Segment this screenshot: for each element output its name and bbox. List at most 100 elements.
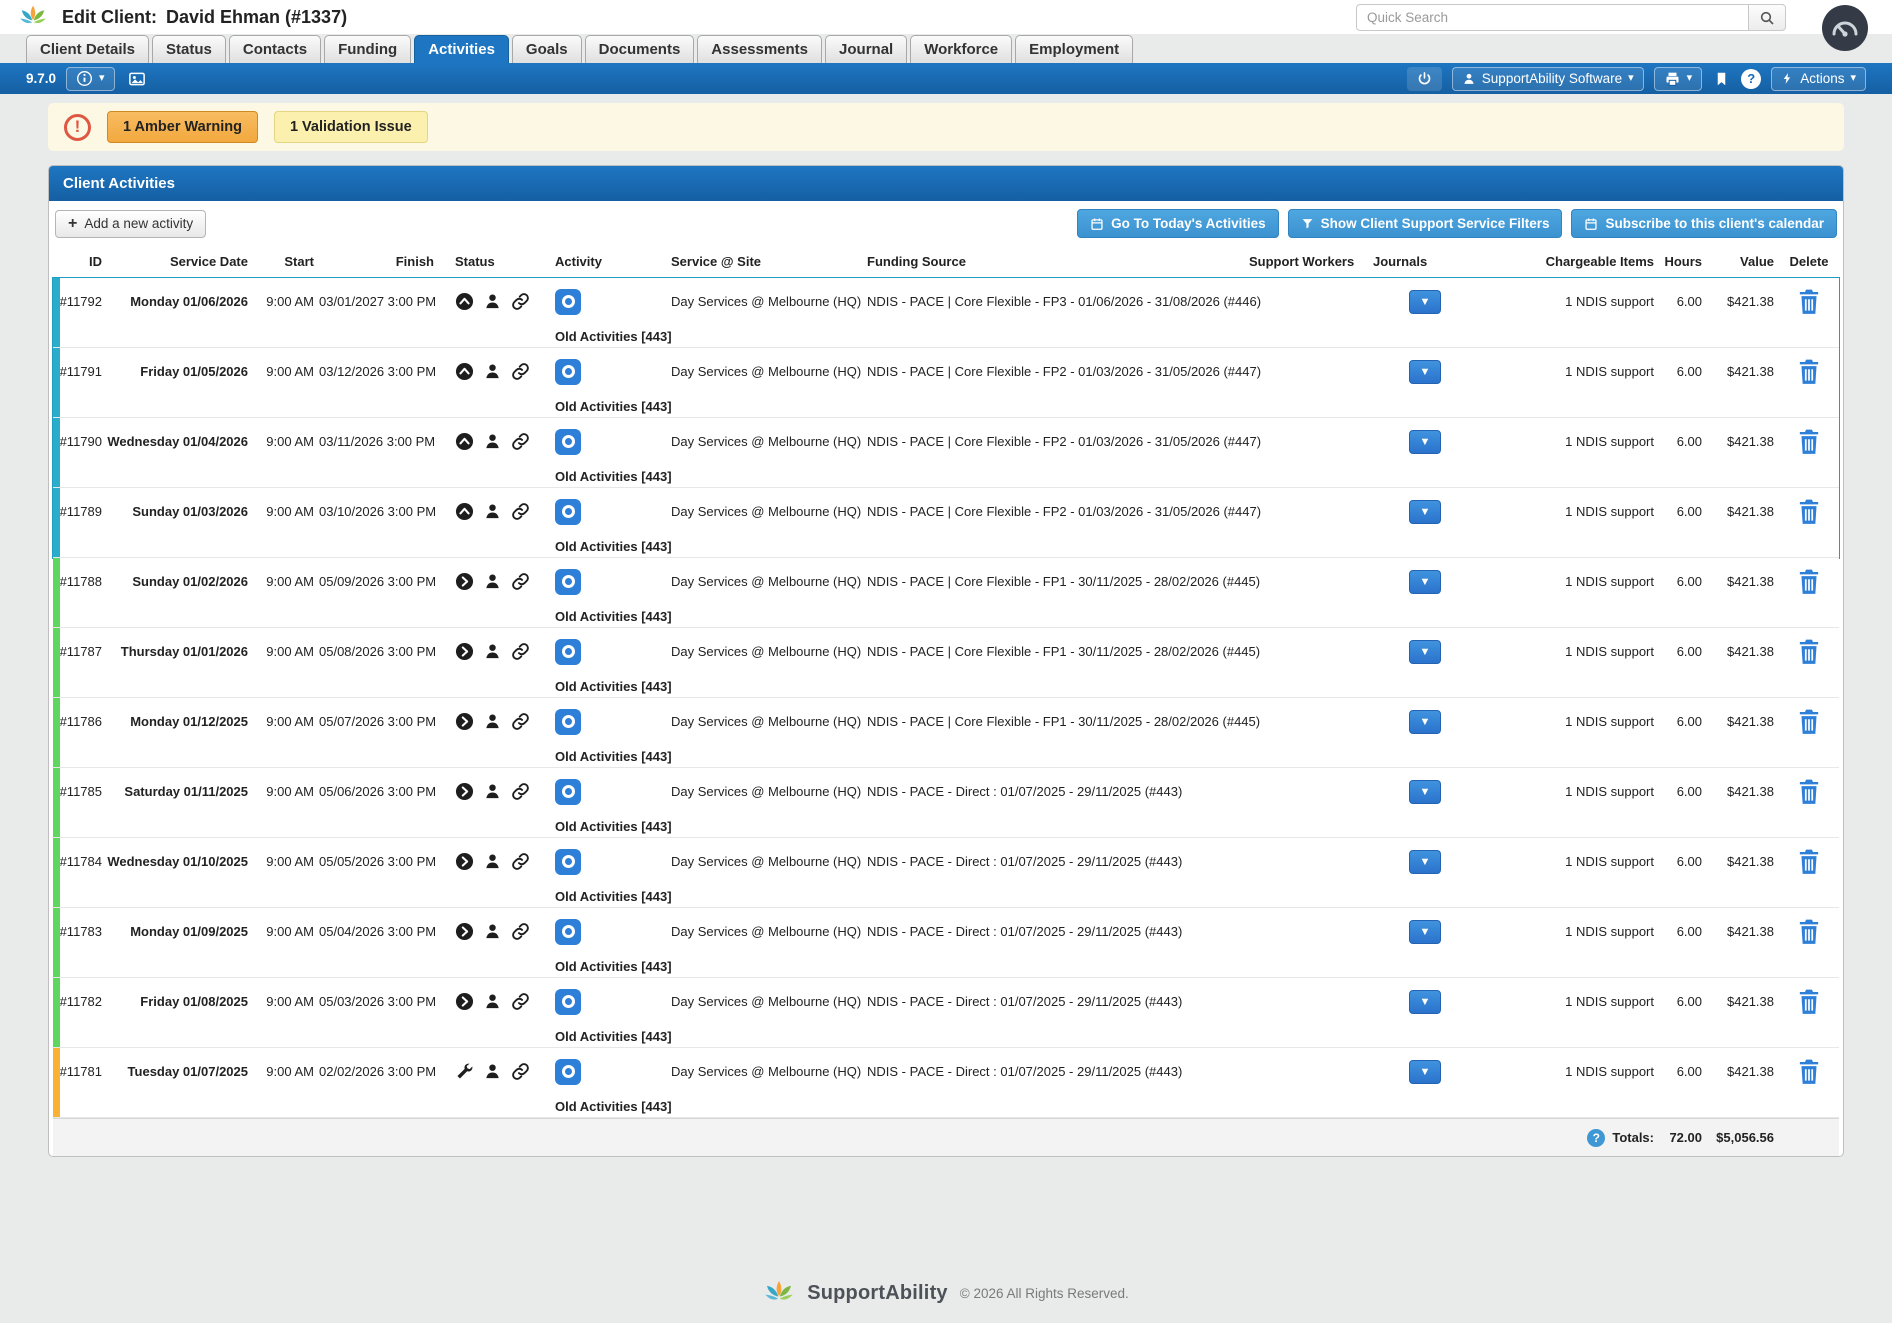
delete-activity-button[interactable] [1796,1058,1822,1086]
activity-row[interactable]: #11786 Monday 01/12/2025 9:00 AM 05/07/2… [53,698,1839,768]
delete-cell [1779,988,1839,1016]
tab-documents[interactable]: Documents [584,35,695,63]
delete-activity-button[interactable] [1796,428,1822,456]
tab-workforce[interactable]: Workforce [910,35,1013,63]
user-menu-button[interactable]: SupportAbility Software ▾ [1451,66,1644,91]
subscribe-calendar-button[interactable]: Subscribe to this client's calendar [1571,209,1837,238]
activity-name-link[interactable]: Old Activities [443] [549,539,1357,554]
quick-search-input[interactable] [1356,4,1748,31]
activity-row[interactable]: #11787 Thursday 01/01/2026 9:00 AM 05/08… [53,628,1839,698]
tab-employment[interactable]: Employment [1015,35,1134,63]
totals-help-icon[interactable]: ? [1587,1128,1606,1147]
delete-activity-button[interactable] [1796,498,1822,526]
tab-journal[interactable]: Journal [825,35,908,63]
tab-activities[interactable]: Activities [414,35,509,63]
activity-type-icon[interactable] [555,638,581,665]
tab-funding[interactable]: Funding [324,35,412,63]
activity-row[interactable]: #11788 Sunday 01/02/2026 9:00 AM 05/09/2… [53,558,1839,628]
service-date: Tuesday 01/07/2025 [127,1064,248,1079]
status-person-icon [483,782,502,801]
tab-client-details[interactable]: Client Details [26,35,150,63]
journal-dropdown-button[interactable]: ▼ [1409,709,1441,734]
delete-activity-button[interactable] [1796,358,1822,386]
delete-activity-button[interactable] [1796,778,1822,806]
activity-type-icon[interactable] [555,988,581,1015]
activity-row[interactable]: #11782 Friday 01/08/2025 9:00 AM 05/03/2… [53,978,1839,1048]
activity-type-icon[interactable] [555,848,581,875]
journal-dropdown-button[interactable]: ▼ [1409,359,1441,384]
activity-id: #11781 [59,1064,102,1079]
logout-power-button[interactable] [1406,66,1442,91]
info-button[interactable]: ▾ [66,66,115,91]
journal-dropdown-button[interactable]: ▼ [1409,779,1441,804]
tab-contacts[interactable]: Contacts [228,35,322,63]
activity-name-link[interactable]: Old Activities [443] [549,749,1357,764]
journal-dropdown-button[interactable]: ▼ [1409,289,1441,314]
funding-source: NDIS - PACE | Core Flexible - FP1 - 30/1… [867,574,1261,589]
gallery-button[interactable] [125,67,149,91]
tab-goals[interactable]: Goals [511,35,582,63]
funding-source: NDIS - PACE | Core Flexible - FP1 - 30/1… [867,714,1261,729]
add-activity-button[interactable]: + Add a new activity [55,209,207,238]
activity-type-icon[interactable] [555,918,581,945]
show-filters-button[interactable]: Show Client Support Service Filters [1287,209,1563,238]
activity-type-cell [549,778,671,805]
activity-row[interactable]: #11792 Monday 01/06/2026 9:00 AM 03/01/2… [53,278,1839,348]
activity-row[interactable]: #11781 Tuesday 01/07/2025 9:00 AM 02/02/… [53,1048,1839,1118]
print-button[interactable]: ▾ [1653,66,1703,91]
activity-name-link[interactable]: Old Activities [443] [549,469,1357,484]
journal-dropdown-button[interactable]: ▼ [1409,499,1441,524]
activity-row[interactable]: #11785 Saturday 01/11/2025 9:00 AM 05/06… [53,768,1839,838]
activity-name-link[interactable]: Old Activities [443] [549,1029,1357,1044]
delete-activity-button[interactable] [1796,918,1822,946]
delete-activity-button[interactable] [1796,638,1822,666]
journal-dropdown-button[interactable]: ▼ [1409,919,1441,944]
activity-type-icon[interactable] [555,428,581,455]
journal-dropdown-button[interactable]: ▼ [1409,569,1441,594]
activity-name-link[interactable]: Old Activities [443] [549,329,1357,344]
amber-warning-button[interactable]: 1 Amber Warning [107,111,258,143]
activity-type-icon[interactable] [555,358,581,385]
activity-type-icon[interactable] [555,1058,581,1085]
activity-row[interactable]: #11791 Friday 01/05/2026 9:00 AM 03/12/2… [53,348,1839,418]
search-button[interactable] [1748,4,1786,31]
activity-name-link[interactable]: Old Activities [443] [549,609,1357,624]
journal-dropdown-button[interactable]: ▼ [1409,1059,1441,1084]
activity-type-icon[interactable] [555,498,581,525]
tab-assessments[interactable]: Assessments [697,35,823,63]
help-button[interactable]: ? [1741,68,1762,89]
activity-row[interactable]: #11783 Monday 01/09/2025 9:00 AM 05/04/2… [53,908,1839,978]
finish-time: 03/10/2026 3:00 PM [319,504,437,519]
activity-name-link[interactable]: Old Activities [443] [549,399,1357,414]
journal-dropdown-button[interactable]: ▼ [1409,429,1441,454]
bookmark-button[interactable] [1712,67,1731,91]
activity-type-icon[interactable] [555,778,581,805]
status-icons [439,292,549,311]
activity-name-link[interactable]: Old Activities [443] [549,1099,1357,1114]
tab-status[interactable]: Status [152,35,226,63]
activity-type-icon[interactable] [555,288,581,315]
delete-activity-button[interactable] [1796,708,1822,736]
go-to-today-button[interactable]: Go To Today's Activities [1077,209,1279,238]
activity-row[interactable]: #11784 Wednesday 01/10/2025 9:00 AM 05/0… [53,838,1839,908]
actions-button[interactable]: Actions ▾ [1771,66,1866,91]
delete-activity-button[interactable] [1796,288,1822,316]
activity-type-icon[interactable] [555,708,581,735]
journal-dropdown-button[interactable]: ▼ [1409,849,1441,874]
delete-cell [1779,778,1839,806]
activity-row[interactable]: #11789 Sunday 01/03/2026 9:00 AM 03/10/2… [53,488,1839,558]
journal-dropdown-button[interactable]: ▼ [1409,639,1441,664]
validation-issue-button[interactable]: 1 Validation Issue [273,111,428,143]
activity-name-link[interactable]: Old Activities [443] [549,889,1357,904]
user-avatar[interactable] [1822,5,1868,51]
activity-name-link[interactable]: Old Activities [443] [549,679,1357,694]
totals-row: ? Totals: 72.00 $5,056.56 [53,1118,1839,1156]
activity-name-link[interactable]: Old Activities [443] [549,959,1357,974]
delete-activity-button[interactable] [1796,568,1822,596]
activity-name-link[interactable]: Old Activities [443] [549,819,1357,834]
delete-activity-button[interactable] [1796,848,1822,876]
activity-row[interactable]: #11790 Wednesday 01/04/2026 9:00 AM 03/1… [53,418,1839,488]
delete-activity-button[interactable] [1796,988,1822,1016]
journal-dropdown-button[interactable]: ▼ [1409,989,1441,1014]
activity-type-icon[interactable] [555,568,581,595]
